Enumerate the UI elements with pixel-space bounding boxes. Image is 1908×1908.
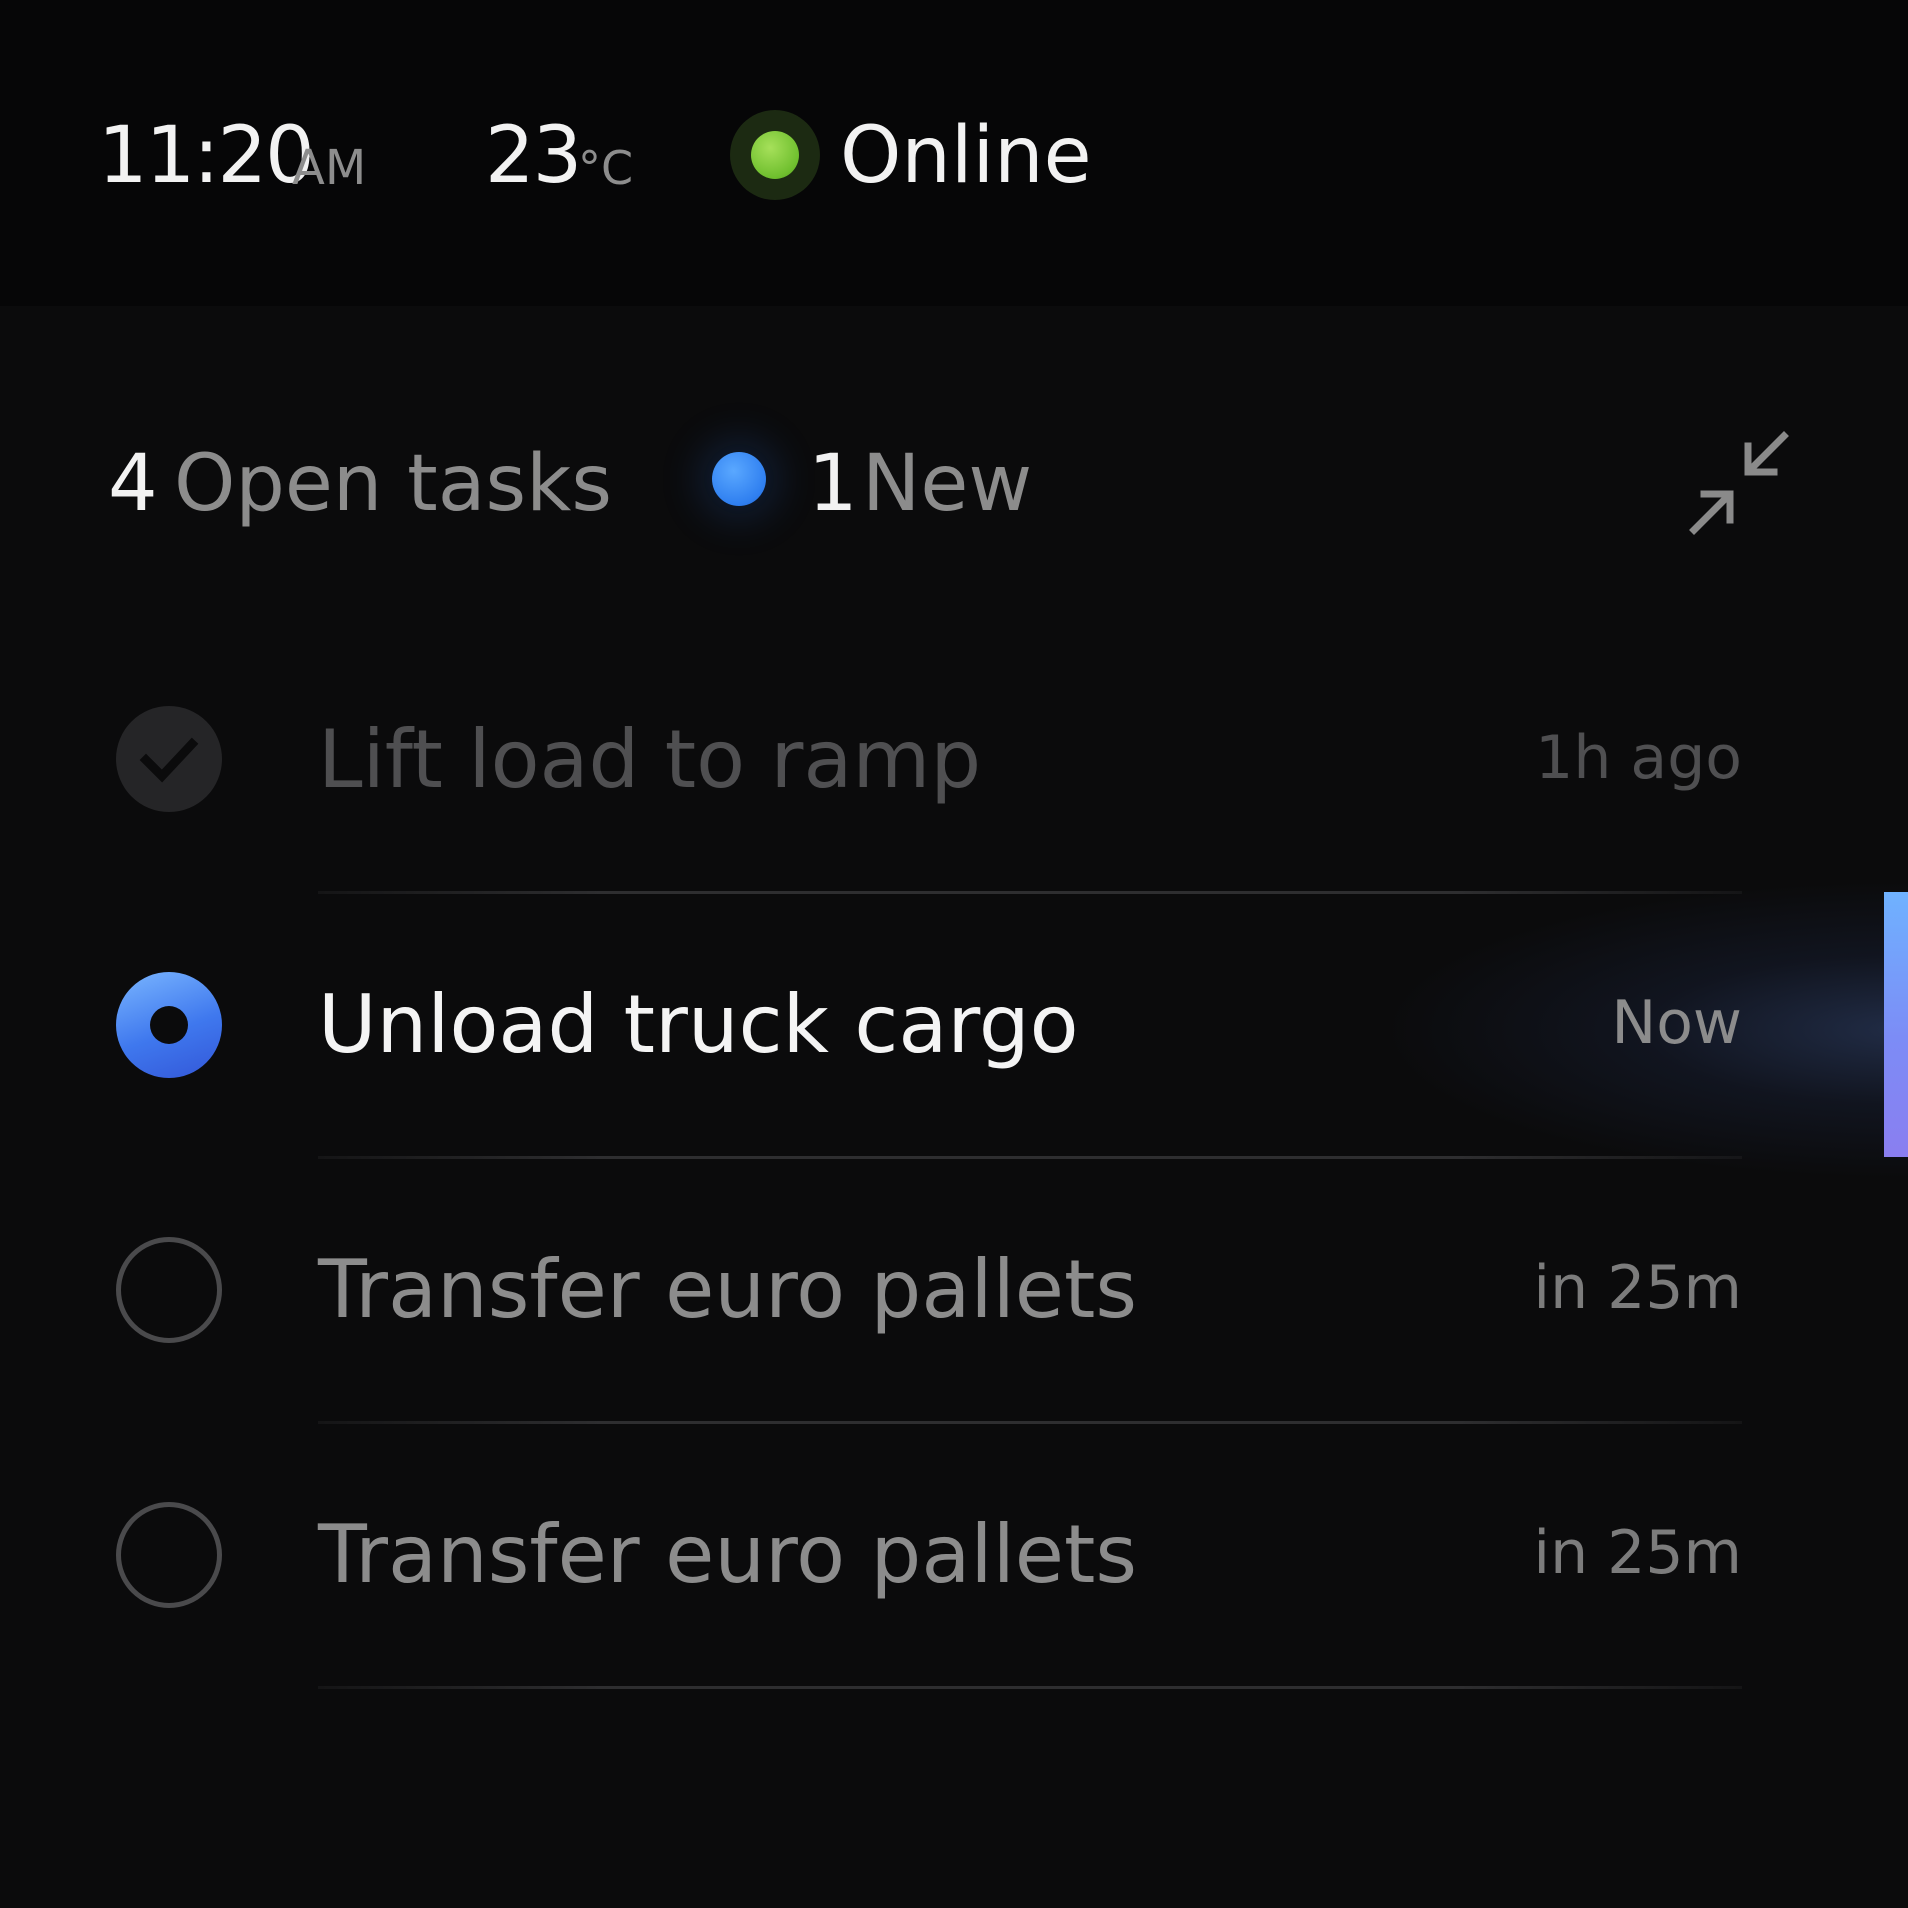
connection-status: Online (840, 111, 1092, 201)
online-status-icon (730, 110, 820, 200)
task-row[interactable]: Transfer euro pallets in 25m (0, 1158, 1908, 1423)
task-row[interactable]: Transfer euro pallets in 25m (0, 1423, 1908, 1688)
collapse-button[interactable] (1684, 430, 1794, 540)
temperature-value: 23 (485, 111, 582, 201)
task-screen: 11:20 AM 23 °C Online 4 Open tasks 1 New (0, 0, 1908, 1908)
open-tasks-label: Open tasks (174, 439, 612, 529)
clock-ampm: AM (292, 140, 367, 196)
new-tasks-count: 1 (808, 439, 858, 529)
new-tasks-label: New (862, 439, 1033, 529)
task-title: Lift load to ramp (318, 713, 982, 806)
empty-radio-icon[interactable] (116, 1502, 222, 1608)
task-time: in 25m (1533, 1253, 1742, 1323)
task-row-active[interactable]: Unload truck cargo Now (0, 893, 1908, 1158)
empty-radio-icon[interactable] (116, 1237, 222, 1343)
task-title: Unload truck cargo (318, 978, 1079, 1071)
active-radio-center (150, 1006, 188, 1044)
open-tasks-count: 4 (108, 439, 158, 529)
checkmark-icon[interactable] (116, 706, 222, 812)
clock-time: 11:20 (98, 111, 315, 201)
task-title: Transfer euro pallets (318, 1243, 1138, 1336)
checkmark-glyph (139, 737, 199, 783)
task-row[interactable]: Lift load to ramp 1h ago (0, 628, 1908, 893)
row-divider (318, 1686, 1742, 1689)
new-indicator-dot (712, 452, 766, 506)
temperature-unit: °C (578, 141, 634, 195)
task-title: Transfer euro pallets (318, 1508, 1138, 1601)
task-time: Now (1611, 988, 1742, 1058)
task-time: in 25m (1533, 1518, 1742, 1588)
task-time: 1h ago (1535, 723, 1742, 793)
active-radio-icon[interactable] (116, 972, 222, 1078)
online-dot (751, 131, 799, 179)
collapse-arrows-icon (1689, 431, 1789, 535)
status-bar: 11:20 AM 23 °C Online (0, 0, 1908, 306)
